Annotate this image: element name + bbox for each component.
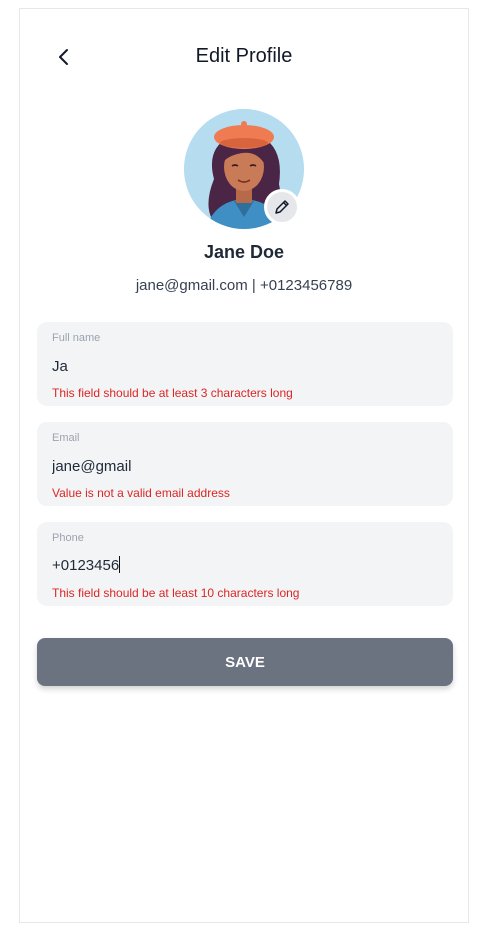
edit-profile-screen: Edit Profile Jane Doe jane@gmail.com | +… [19, 8, 469, 923]
email-input[interactable] [52, 456, 438, 476]
phone-error: This field should be at least 10 charact… [52, 586, 300, 600]
page-title: Edit Profile [195, 45, 293, 67]
email-error: Value is not a valid email address [52, 486, 230, 500]
profile-contact: jane@gmail.com | +0123456789 [135, 277, 353, 294]
email-field[interactable]: Email Value is not a valid email address [37, 422, 453, 506]
phone-field[interactable]: Phone +0123456 This field should be at l… [37, 522, 453, 606]
phone-label: Phone [52, 532, 84, 544]
avatar-container [184, 109, 304, 229]
full-name-input[interactable] [52, 356, 438, 376]
text-caret [119, 556, 121, 573]
edit-avatar-button[interactable] [264, 189, 300, 225]
full-name-field[interactable]: Full name This field should be at least … [37, 322, 453, 406]
pencil-icon [275, 200, 289, 214]
full-name-error: This field should be at least 3 characte… [52, 386, 293, 400]
save-button[interactable]: SAVE [37, 638, 453, 686]
header: Edit Profile [20, 39, 468, 75]
profile-name: Jane Doe [203, 242, 285, 262]
email-label: Email [52, 432, 80, 444]
full-name-label: Full name [52, 332, 101, 344]
phone-input[interactable]: +0123456 [52, 556, 438, 576]
phone-value: +0123456 [52, 557, 120, 574]
